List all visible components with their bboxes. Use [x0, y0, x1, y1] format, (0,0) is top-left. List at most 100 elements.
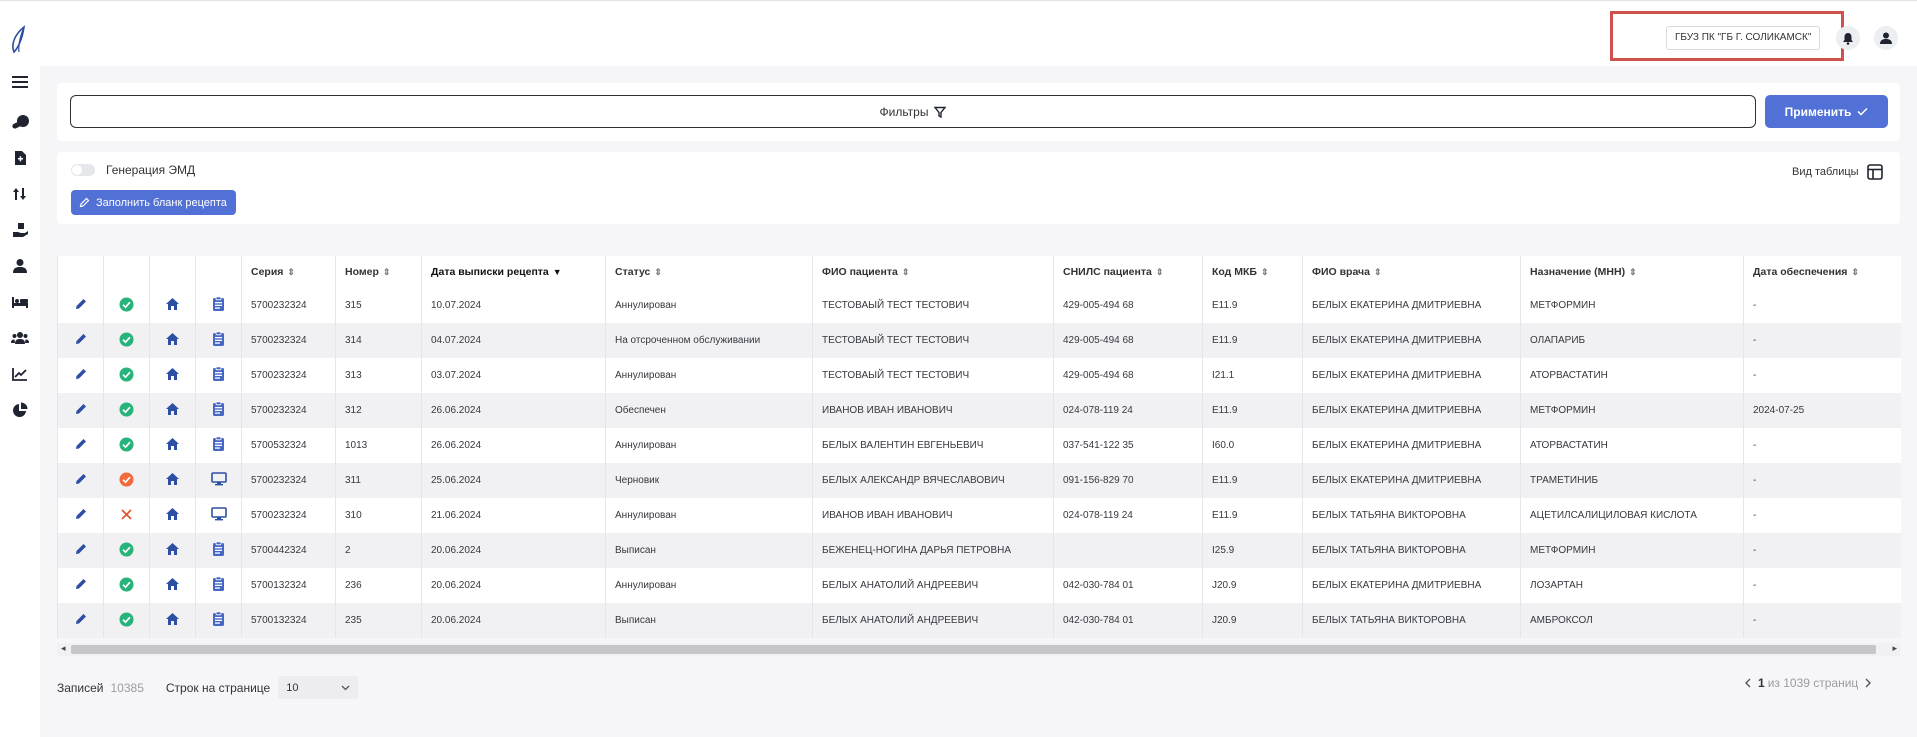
pencil-edit-icon[interactable] — [74, 614, 88, 629]
clipboard-icon[interactable] — [212, 296, 225, 315]
pencil-edit-icon[interactable] — [74, 579, 88, 594]
clipboard-icon[interactable] — [212, 436, 225, 455]
sort-arrows-icon[interactable] — [8, 182, 32, 206]
home-icon[interactable] — [165, 578, 180, 594]
table-row[interactable]: 5700232324 311 25.06.2024 Черновик БЕЛЫХ АЛЕ… — [57, 463, 1901, 498]
home-icon[interactable] — [165, 508, 180, 524]
header-mkb[interactable]: Код МКБ ⇕ — [1202, 256, 1303, 288]
header-drug[interactable]: Назначение (МНН) ⇕ — [1520, 256, 1744, 288]
pencil-edit-icon[interactable] — [74, 404, 88, 419]
fill-prescription-button[interactable]: Заполнить бланк рецепта — [71, 190, 236, 215]
doc-cell[interactable] — [195, 323, 242, 358]
home-icon[interactable] — [165, 368, 180, 384]
home-icon[interactable] — [165, 613, 180, 629]
header-supply-date[interactable]: Дата обеспечения ⇕ — [1743, 256, 1901, 288]
pie-chart-icon[interactable] — [8, 398, 32, 422]
pencil-edit-icon[interactable] — [74, 544, 88, 559]
home-cell[interactable] — [149, 463, 196, 498]
table-row[interactable]: 5700532324 1013 26.06.2024 Аннулирован БЕЛЫХ… — [57, 428, 1901, 463]
home-cell[interactable] — [149, 393, 196, 428]
edit-cell[interactable] — [57, 323, 104, 358]
home-cell[interactable] — [149, 498, 196, 533]
bed-icon[interactable] — [8, 290, 32, 314]
table-row[interactable]: 5700132324 236 20.06.2024 Аннулирован БЕЛЫХ … — [57, 568, 1901, 603]
header-series[interactable]: Серия ⇕ — [241, 256, 336, 288]
pencil-edit-icon[interactable] — [74, 509, 88, 524]
table-row[interactable]: 5700232324 313 03.07.2024 Аннулирован ТЕСТОВ… — [57, 358, 1901, 393]
home-cell[interactable] — [149, 288, 196, 323]
table-row[interactable]: 5700232324 315 10.07.2024 Аннулирован ТЕСТОВ… — [57, 288, 1901, 323]
header-issue-date[interactable]: Дата выписки рецепта ▼ — [421, 256, 606, 288]
user-profile-icon[interactable] — [1874, 26, 1898, 50]
doc-cell[interactable] — [195, 358, 242, 393]
prescription-file-icon[interactable] — [8, 146, 32, 170]
pencil-edit-icon[interactable] — [74, 299, 88, 314]
clipboard-icon[interactable] — [212, 611, 225, 630]
pills-icon[interactable] — [8, 110, 32, 134]
horizontal-scrollbar[interactable]: ◂ ▸ — [57, 643, 1900, 656]
doc-cell[interactable] — [195, 463, 242, 498]
edit-cell[interactable] — [57, 288, 104, 323]
filters-button[interactable]: Фильтры — [70, 95, 1756, 128]
edit-cell[interactable] — [57, 358, 104, 393]
hand-box-icon[interactable] — [8, 218, 32, 242]
table-view-button[interactable]: Вид таблицы — [1792, 164, 1883, 180]
home-cell[interactable] — [149, 568, 196, 603]
table-row[interactable]: 5700132324 235 20.06.2024 Выписан БЕЛЫХ АНАТ… — [57, 603, 1901, 638]
scroll-right-icon[interactable]: ▸ — [1892, 643, 1897, 654]
header-doctor[interactable]: ФИО врача ⇕ — [1302, 256, 1521, 288]
doc-cell[interactable] — [195, 568, 242, 603]
doc-cell[interactable] — [195, 603, 242, 638]
prev-page-icon[interactable] — [1744, 678, 1752, 688]
menu-icon[interactable] — [8, 70, 32, 94]
table-row[interactable]: 5700232324 310 21.06.2024 Аннулирован ИВАНОВ… — [57, 498, 1901, 533]
edit-cell[interactable] — [57, 428, 104, 463]
chart-line-icon[interactable] — [8, 362, 32, 386]
pencil-edit-icon[interactable] — [74, 334, 88, 349]
home-icon[interactable] — [165, 298, 180, 314]
clipboard-icon[interactable] — [212, 366, 225, 385]
rows-per-page-select[interactable]: 10 — [278, 676, 359, 699]
doc-cell[interactable] — [195, 288, 242, 323]
edit-cell[interactable] — [57, 498, 104, 533]
home-icon[interactable] — [165, 543, 180, 559]
edit-cell[interactable] — [57, 603, 104, 638]
pencil-edit-icon[interactable] — [74, 474, 88, 489]
doc-cell[interactable] — [195, 498, 242, 533]
clipboard-icon[interactable] — [212, 576, 225, 595]
home-cell[interactable] — [149, 358, 196, 393]
edit-cell[interactable] — [57, 568, 104, 603]
home-cell[interactable] — [149, 323, 196, 358]
table-row[interactable]: 5700232324 312 26.06.2024 Обеспечен ИВАНОВ И… — [57, 393, 1901, 428]
clipboard-icon[interactable] — [212, 331, 225, 350]
home-cell[interactable] — [149, 428, 196, 463]
notifications-bell-icon[interactable] — [1836, 26, 1860, 50]
clipboard-icon[interactable] — [212, 541, 225, 560]
clipboard-icon[interactable] — [212, 401, 225, 420]
home-icon[interactable] — [165, 333, 180, 349]
header-patient[interactable]: ФИО пациента ⇕ — [812, 256, 1054, 288]
pencil-edit-icon[interactable] — [74, 439, 88, 454]
users-icon[interactable] — [8, 326, 32, 350]
home-cell[interactable] — [149, 533, 196, 568]
apply-button[interactable]: Применить — [1765, 95, 1888, 128]
user-doctor-icon[interactable] — [8, 254, 32, 278]
edit-cell[interactable] — [57, 533, 104, 568]
header-snils[interactable]: СНИЛС пациента ⇕ — [1053, 256, 1203, 288]
home-icon[interactable] — [165, 438, 180, 454]
app-logo-icon[interactable] — [8, 25, 30, 55]
pencil-edit-icon[interactable] — [74, 369, 88, 384]
scroll-left-icon[interactable]: ◂ — [61, 643, 66, 654]
emd-generation-toggle[interactable] — [71, 164, 95, 176]
home-icon[interactable] — [165, 403, 180, 419]
home-cell[interactable] — [149, 603, 196, 638]
home-icon[interactable] — [165, 473, 180, 489]
monitor-icon[interactable] — [210, 507, 227, 524]
doc-cell[interactable] — [195, 533, 242, 568]
edit-cell[interactable] — [57, 463, 104, 498]
table-row[interactable]: 5700442324 2 20.06.2024 Выписан БЕЖЕНЕЦ-НОГИ… — [57, 533, 1901, 568]
doc-cell[interactable] — [195, 428, 242, 463]
doc-cell[interactable] — [195, 393, 242, 428]
table-row[interactable]: 5700232324 314 04.07.2024 На отсроченном об… — [57, 323, 1901, 358]
next-page-icon[interactable] — [1864, 678, 1872, 688]
